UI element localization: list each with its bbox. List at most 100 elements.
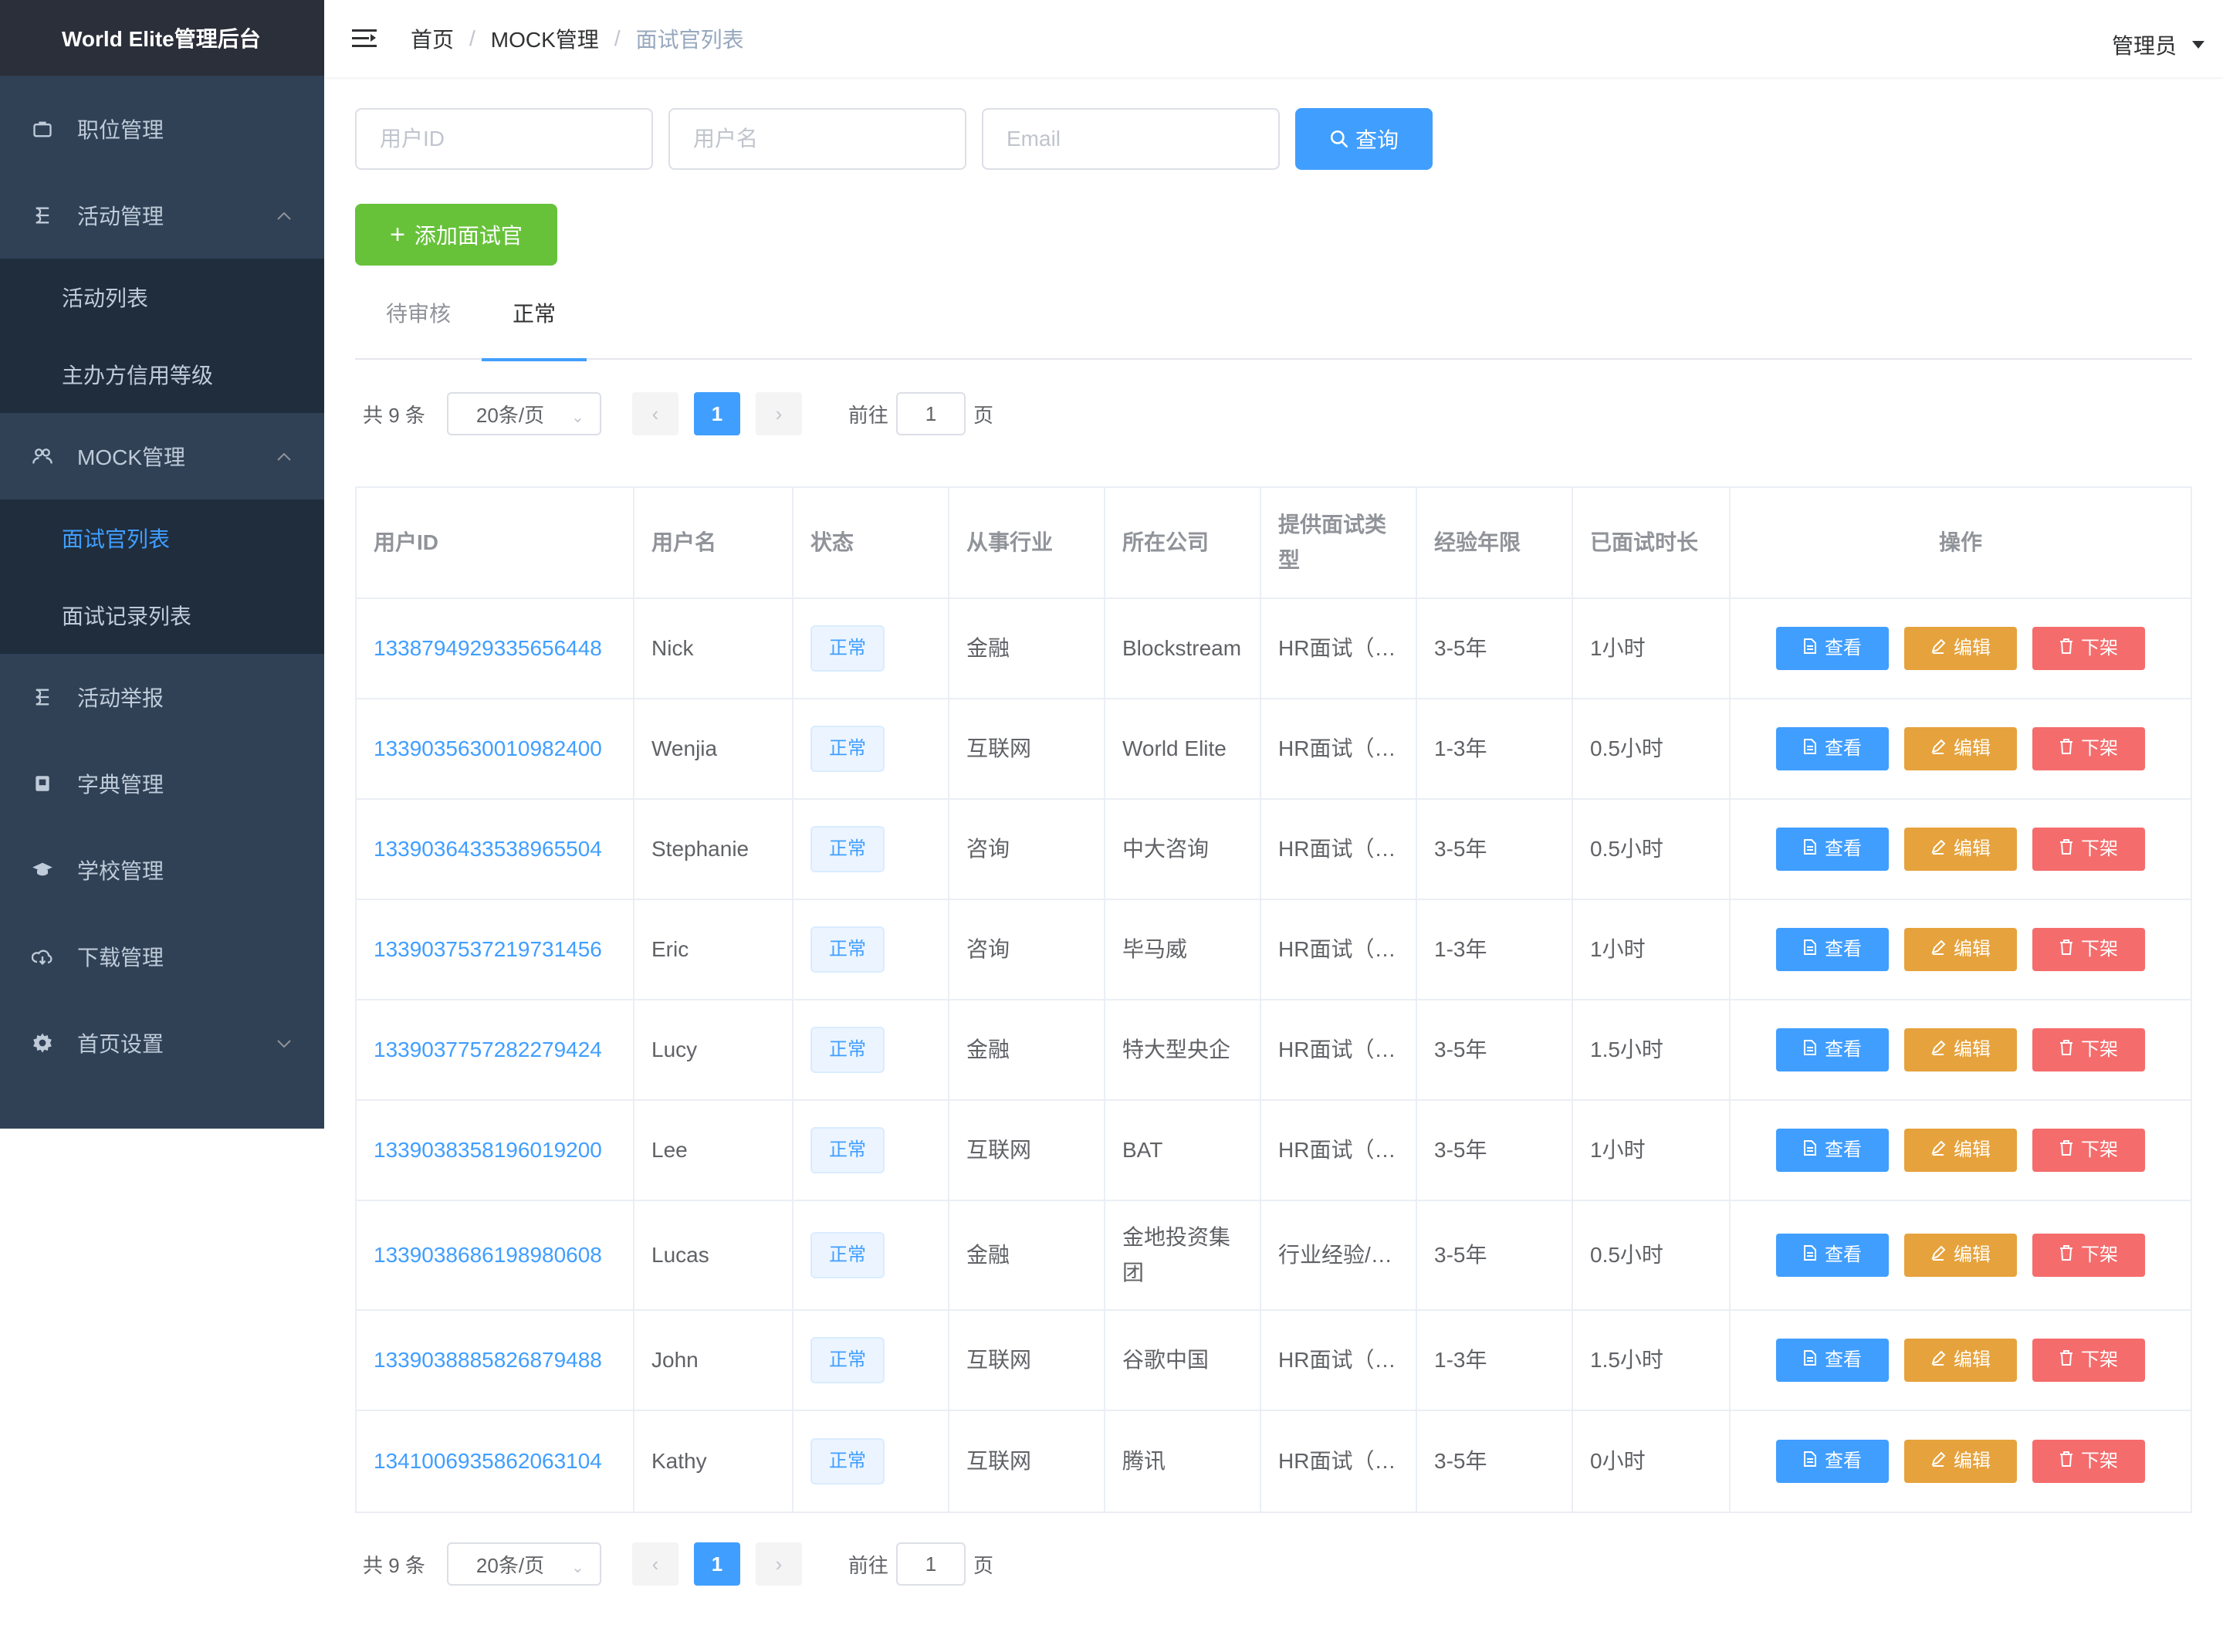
cell-type: HR面试（… <box>1261 699 1417 798</box>
view-button[interactable]: 查看 <box>1776 1339 1889 1382</box>
tab-pending[interactable]: 待审核 <box>355 279 482 360</box>
breadcrumb-home[interactable]: 首页 <box>411 23 454 54</box>
username-input[interactable] <box>668 108 966 170</box>
sidebar-item-5[interactable]: 字典管理 <box>0 740 324 827</box>
cell-name: Stephanie <box>634 800 793 899</box>
sidebar-item-1[interactable]: 职位管理 <box>0 86 324 172</box>
view-button-label: 查看 <box>1825 738 1862 759</box>
cell-id[interactable]: 1339038686198980608 <box>357 1201 634 1309</box>
view-button[interactable]: 查看 <box>1776 1028 1889 1071</box>
cell-id[interactable]: 1338794929335656448 <box>357 599 634 698</box>
search-button[interactable]: 查询 <box>1295 108 1433 170</box>
sidebar-subitem[interactable]: 面试官列表 <box>0 499 324 577</box>
cell-id[interactable]: 1339037537219731456 <box>357 900 634 999</box>
view-button-label: 查看 <box>1825 1349 1862 1370</box>
view-button[interactable]: 查看 <box>1776 1129 1889 1172</box>
tab-normal[interactable]: 正常 <box>482 279 587 361</box>
breadcrumb-mock[interactable]: MOCK管理 <box>491 23 599 54</box>
take-down-button-label: 下架 <box>2081 939 2118 960</box>
sidebar-subitem[interactable]: 面试记录列表 <box>0 577 324 654</box>
view-button[interactable]: 查看 <box>1776 1440 1889 1483</box>
view-button[interactable]: 查看 <box>1776 928 1889 971</box>
view-button[interactable]: 查看 <box>1776 1234 1889 1277</box>
sidebar-item-4[interactable]: 活动举报 <box>0 654 324 740</box>
page-size-value: 20条/页 <box>475 1553 545 1577</box>
status-badge: 正常 <box>810 1438 885 1484</box>
cell-name: Wenjia <box>634 699 793 798</box>
hamburger-menu-icon[interactable] <box>352 28 377 49</box>
take-down-button[interactable]: 下架 <box>2032 627 2145 670</box>
take-down-button-label: 下架 <box>2081 738 2118 759</box>
edit-button[interactable]: 编辑 <box>1904 1129 2017 1172</box>
edit-button[interactable]: 编辑 <box>1904 828 2017 871</box>
take-down-button[interactable]: 下架 <box>2032 1129 2145 1172</box>
cell-id[interactable]: 1339036433538965504 <box>357 800 634 899</box>
user-id-input[interactable] <box>355 108 653 170</box>
take-down-button[interactable]: 下架 <box>2032 928 2145 971</box>
take-down-button[interactable]: 下架 <box>2032 1339 2145 1382</box>
pencil-icon <box>1930 1132 1946 1168</box>
view-button[interactable]: 查看 <box>1776 727 1889 770</box>
add-interviewer-button[interactable]: + 添加面试官 <box>355 204 557 266</box>
cell-id[interactable]: 1339037757282279424 <box>357 1000 634 1099</box>
cell-industry: 互联网 <box>949 699 1105 798</box>
take-down-button[interactable]: 下架 <box>2032 828 2145 871</box>
prev-page-button[interactable]: ‹ <box>631 392 678 435</box>
next-page-button[interactable]: › <box>755 392 802 435</box>
status-badge: 正常 <box>810 1027 885 1073</box>
sidebar-item-6[interactable]: 学校管理 <box>0 827 324 913</box>
user-dropdown[interactable]: 管理员 <box>2112 29 2204 60</box>
edit-button[interactable]: 编辑 <box>1904 928 2017 971</box>
edit-button[interactable]: 编辑 <box>1904 1440 2017 1483</box>
take-down-button[interactable]: 下架 <box>2032 1440 2145 1483</box>
cell-id[interactable]: 1339038358196019200 <box>357 1101 634 1200</box>
status-badge: 正常 <box>810 826 885 872</box>
app-logo-title[interactable]: World Elite管理后台 <box>0 0 324 76</box>
goto-page-input[interactable]: 1 <box>895 392 966 435</box>
page-size-select[interactable]: 20条/页 ⌄ <box>446 392 601 435</box>
sidebar-item-8[interactable]: 首页设置 <box>0 1000 324 1086</box>
actions-cell: 查看 编辑 下架 <box>1731 1311 2191 1410</box>
take-down-button-label: 下架 <box>2081 1244 2118 1265</box>
sidebar-item-7[interactable]: 下载管理 <box>0 913 324 1000</box>
cell-exp: 1-3年 <box>1417 1311 1573 1410</box>
trash-icon <box>2059 1237 2073 1273</box>
take-down-button[interactable]: 下架 <box>2032 727 2145 770</box>
cell-id[interactable]: 1339038885826879488 <box>357 1311 634 1410</box>
edit-button[interactable]: 编辑 <box>1904 727 2017 770</box>
take-down-button-label: 下架 <box>2081 1451 2118 1471</box>
view-button[interactable]: 查看 <box>1776 828 1889 871</box>
edit-button[interactable]: 编辑 <box>1904 627 2017 670</box>
sidebar-item-3[interactable]: MOCK管理 <box>0 413 324 499</box>
breadcrumb-current: 面试官列表 <box>635 28 744 52</box>
pencil-icon <box>1930 631 1946 666</box>
trash-icon <box>2059 932 2073 967</box>
sidebar-item-2[interactable]: 活动管理 <box>0 172 324 259</box>
sidebar-subitem[interactable]: 主办方信用等级 <box>0 336 324 413</box>
cell-id[interactable]: 1339035630010982400 <box>357 699 634 798</box>
status-badge: 正常 <box>810 726 885 772</box>
edit-button-label: 编辑 <box>1954 1451 1991 1471</box>
pencil-icon <box>1930 1444 1946 1479</box>
take-down-button[interactable]: 下架 <box>2032 1028 2145 1071</box>
view-button[interactable]: 查看 <box>1776 627 1889 670</box>
email-input[interactable] <box>982 108 1280 170</box>
take-down-button[interactable]: 下架 <box>2032 1234 2145 1277</box>
page-number-1[interactable]: 1 <box>693 1542 740 1586</box>
pencil-icon <box>1930 1342 1946 1378</box>
edit-button-label: 编辑 <box>1954 1244 1991 1265</box>
page-number-1[interactable]: 1 <box>693 392 740 435</box>
sidebar-subitem[interactable]: 活动列表 <box>0 259 324 336</box>
edit-button[interactable]: 编辑 <box>1904 1339 2017 1382</box>
goto-page-input[interactable]: 1 <box>895 1542 966 1586</box>
cell-id[interactable]: 1341006935862063104 <box>357 1411 634 1512</box>
cell-duration: 1小时 <box>1573 599 1731 698</box>
next-page-button[interactable]: › <box>755 1542 802 1586</box>
chevron-up-icon <box>276 446 292 466</box>
chevron-up-icon <box>276 205 292 225</box>
edit-button[interactable]: 编辑 <box>1904 1028 2017 1071</box>
edit-button[interactable]: 编辑 <box>1904 1234 2017 1277</box>
column-header: 所在公司 <box>1105 488 1261 597</box>
prev-page-button[interactable]: ‹ <box>631 1542 678 1586</box>
page-size-select[interactable]: 20条/页 ⌄ <box>446 1542 601 1586</box>
